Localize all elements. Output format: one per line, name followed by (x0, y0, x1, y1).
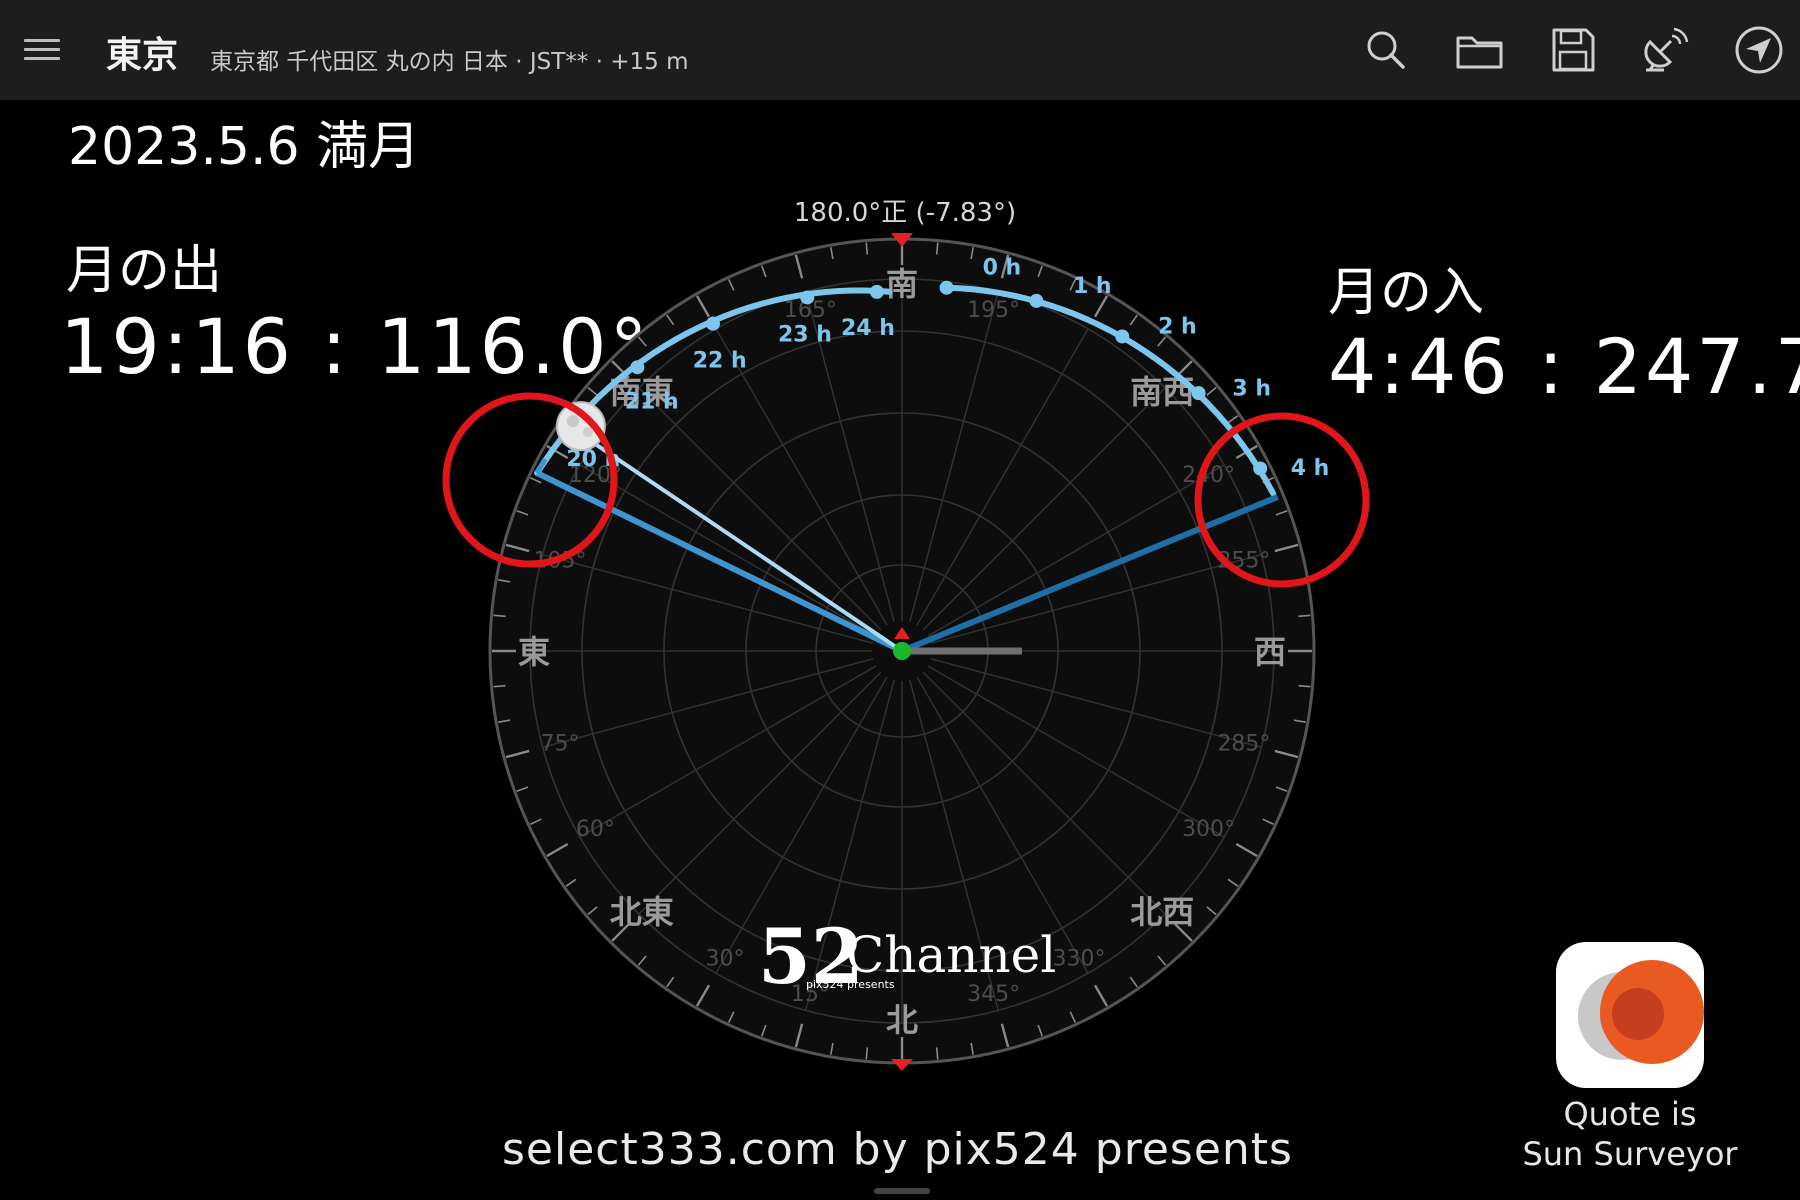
intercardinal-northwest: 北西 (1130, 893, 1194, 931)
degree-label: 330° (1053, 947, 1106, 972)
hour-label: 24 h (841, 316, 895, 341)
cardinal-west: 西 (1254, 633, 1286, 671)
dial-tick (865, 1047, 869, 1060)
degree-label: 195° (967, 298, 1020, 323)
logo-word: Channel (846, 926, 1057, 984)
dial-tick (865, 242, 869, 255)
degree-label: 75° (541, 732, 580, 757)
cardinal-east: 東 (518, 633, 550, 671)
moon-crater (582, 427, 593, 438)
dial-tick (935, 1047, 939, 1060)
dial-tick (1298, 614, 1311, 618)
app-screen: 東京 東京都 千代田区 丸の内 日本 · JST** · +15 m 2023.… (0, 0, 1800, 1200)
drag-handle[interactable] (874, 1188, 930, 1194)
hour-marker (630, 360, 645, 375)
hour-marker (1191, 386, 1206, 401)
degree-label: 285° (1217, 732, 1270, 757)
degree-label: 300° (1182, 817, 1235, 842)
dial-tick (935, 242, 939, 255)
hour-marker (1253, 461, 1268, 476)
sun-surveyor-app-icon (1556, 942, 1704, 1088)
quote-line-2: Sun Surveyor (1522, 1135, 1738, 1173)
intercardinal-northeast: 北東 (610, 893, 674, 931)
hour-label: 4 h (1291, 456, 1330, 481)
brand-logo: 52 Channel pix524 presents (758, 912, 1058, 1010)
quote-caption: Quote is Sun Surveyor (1490, 1094, 1770, 1174)
center-dot (893, 642, 911, 660)
degree-label: 60° (576, 817, 615, 842)
hour-label: 23 h (778, 323, 832, 348)
degree-label: 30° (706, 947, 745, 972)
footer-credit: select333.com by pix524 presents (502, 1124, 1293, 1175)
hour-label: 0 h (983, 256, 1022, 281)
dial-tick (493, 684, 506, 688)
hour-marker (1029, 293, 1044, 308)
hour-marker (706, 316, 720, 331)
hour-marker (1115, 329, 1130, 344)
moon-crater (566, 415, 579, 428)
compass-dial[interactable]: 165° 195°120° 240°105° 255°75° 285°60° 300°30… (0, 0, 1800, 1200)
hour-label: 2 h (1158, 315, 1197, 340)
cardinal-south: 南 (886, 265, 918, 303)
hour-marker (869, 284, 884, 299)
hour-label: 1 h (1073, 274, 1112, 299)
hour-marker (800, 290, 815, 305)
logo-sub: pix524 presents (806, 978, 895, 991)
dial-tick (1298, 684, 1311, 688)
hour-marker (939, 280, 954, 295)
hour-label: 3 h (1232, 376, 1271, 401)
hour-label: 21 h (625, 390, 679, 415)
quote-line-1: Quote is (1563, 1095, 1697, 1133)
north-marker (891, 1059, 913, 1071)
hour-label: 22 h (693, 348, 747, 373)
dial-tick (493, 614, 506, 618)
